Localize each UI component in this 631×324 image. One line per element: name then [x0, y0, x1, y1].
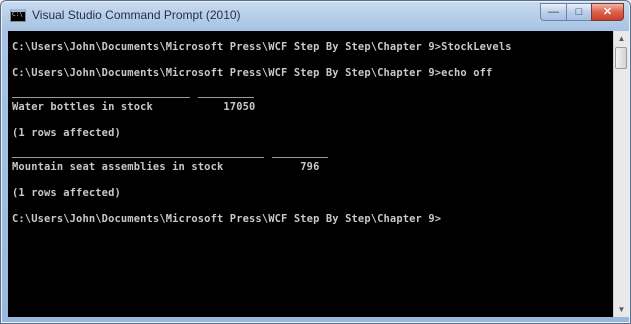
console-window: Visual Studio Command Prompt (2010) — □ … — [0, 0, 631, 324]
column-underline — [198, 97, 254, 98]
scroll-up-icon[interactable]: ▲ — [614, 31, 629, 46]
maximize-icon: □ — [575, 6, 583, 18]
column-underline — [12, 157, 264, 158]
minimize-icon: — — [548, 6, 559, 18]
console-line-prompt: C:\Users\John\Documents\Microsoft Press\… — [12, 213, 442, 225]
window-title: Visual Studio Command Prompt (2010) — [32, 8, 241, 22]
close-button[interactable]: ✕ — [591, 3, 624, 21]
console-output[interactable]: C:\Users\John\Documents\Microsoft Press\… — [8, 31, 613, 317]
console-line-rows-affected: (1 rows affected) — [12, 187, 121, 199]
title-bar[interactable]: Visual Studio Command Prompt (2010) — □ … — [1, 1, 630, 31]
vertical-scrollbar[interactable]: ▲ ▼ — [613, 31, 629, 317]
scroll-down-icon[interactable]: ▼ — [614, 302, 629, 317]
scroll-thumb[interactable] — [615, 47, 627, 69]
command-prompt-icon[interactable] — [10, 9, 26, 22]
column-underline — [272, 157, 328, 158]
minimize-button[interactable]: — — [540, 3, 567, 21]
console-line-echo-off: C:\Users\John\Documents\Microsoft Press\… — [12, 67, 493, 79]
maximize-button[interactable]: □ — [566, 3, 592, 21]
column-underline — [12, 97, 190, 98]
console-line-water-bottles: Water bottles in stock 17050 — [12, 101, 256, 113]
console-line-command: C:\Users\John\Documents\Microsoft Press\… — [12, 41, 512, 53]
close-icon: ✕ — [602, 6, 613, 18]
console-line-rows-affected: (1 rows affected) — [12, 127, 121, 139]
console-line-mountain-seat: Mountain seat assemblies in stock 796 — [12, 161, 320, 173]
